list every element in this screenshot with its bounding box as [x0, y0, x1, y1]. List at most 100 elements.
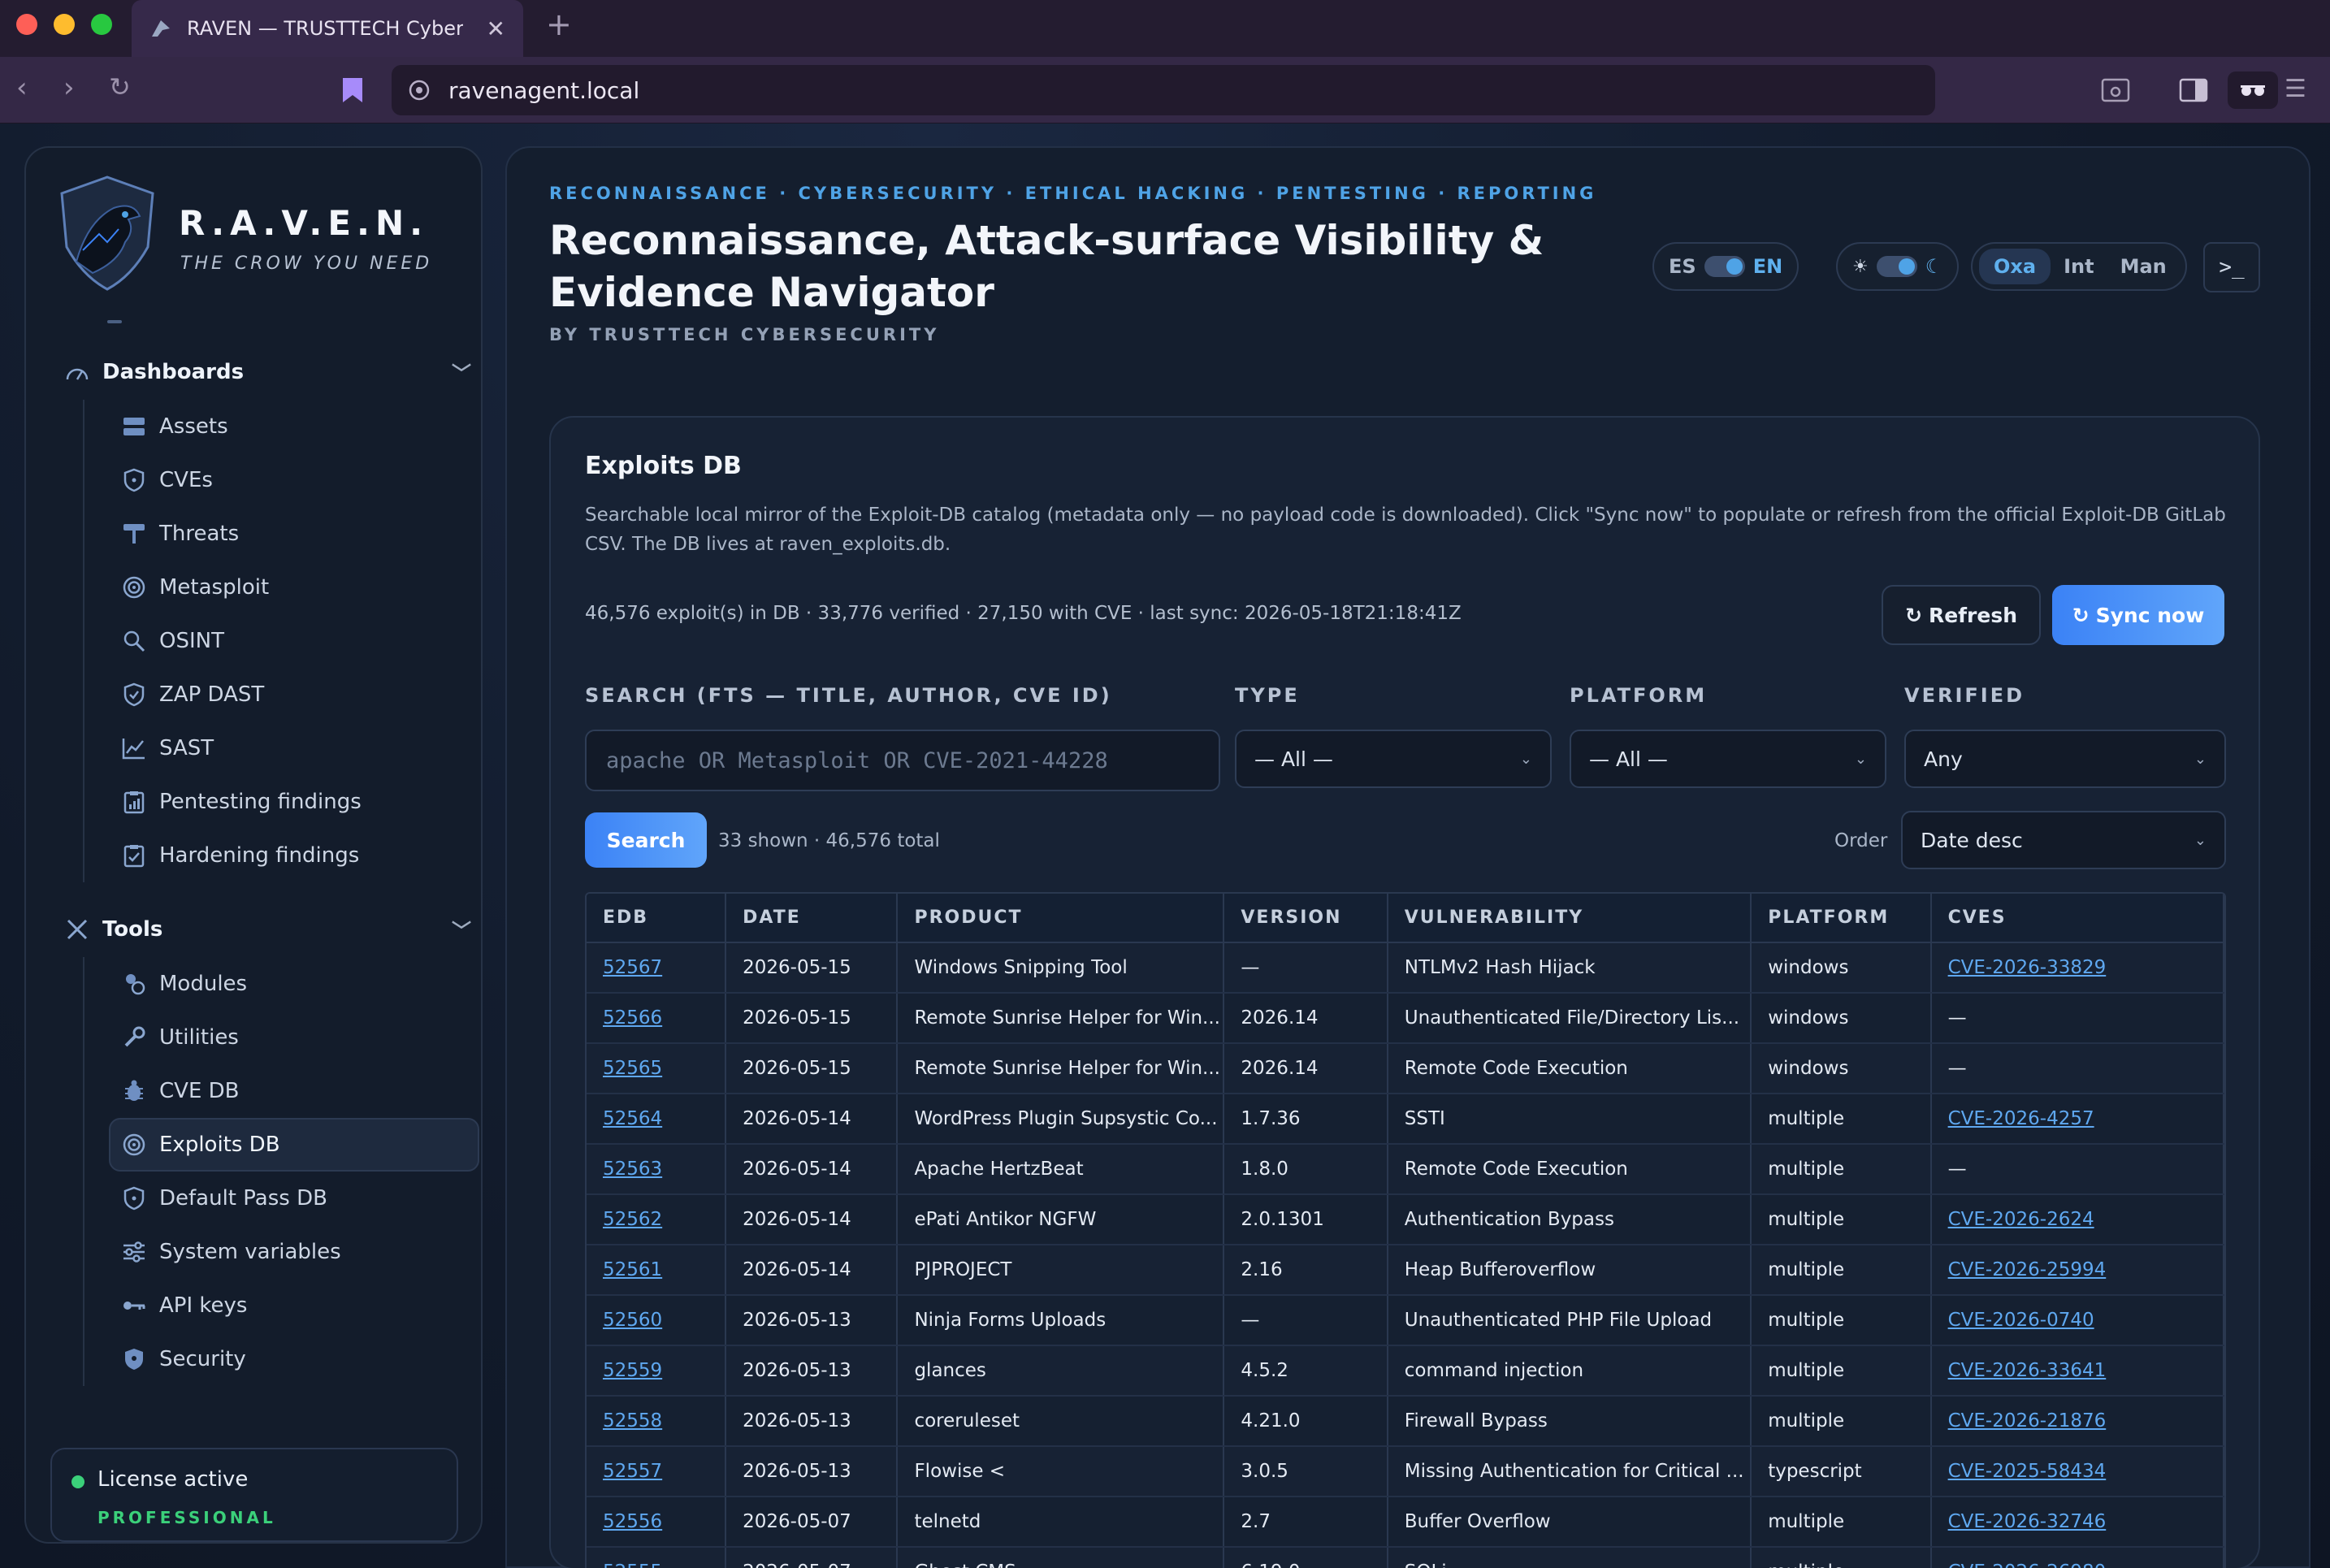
table-cell-version: 3.0.5 [1223, 1446, 1388, 1497]
reader-mode-icon[interactable] [2101, 78, 2130, 102]
sidebar-item-modules[interactable]: Modules [84, 957, 481, 1011]
sidebar-item-api-keys[interactable]: API keys [84, 1279, 481, 1332]
incognito-icon[interactable] [2228, 71, 2278, 109]
sidebar-item-assets[interactable]: Assets [84, 400, 481, 453]
menu-icon[interactable]: ☰ [2285, 75, 2306, 103]
search-input[interactable] [585, 730, 1220, 791]
sidebar-toggle-icon[interactable] [2179, 78, 2208, 102]
theme-switch[interactable] [1876, 256, 1917, 277]
theme-toggle[interactable]: ☀ ☾ [1836, 242, 1960, 291]
table-cell-platform: multiple [1751, 1497, 1932, 1548]
table-row[interactable]: 52558 2026-05-13 coreruleset 4.21.0 Firewall… [587, 1396, 2224, 1447]
column-header-product[interactable]: PRODUCT [897, 894, 1225, 943]
column-header-vulnerability[interactable]: VULNERABILITY [1387, 894, 1752, 943]
sidebar-item-zap-dast[interactable]: ZAP DAST [84, 668, 481, 721]
verified-select[interactable]: Any ⌄ [1904, 730, 2226, 788]
sidebar-item-utilities[interactable]: Utilities [84, 1011, 481, 1064]
language-toggle[interactable]: ES EN [1652, 242, 1799, 291]
minimize-window-button[interactable] [54, 14, 75, 35]
back-icon[interactable]: ‹ [16, 71, 28, 104]
edb-link[interactable]: 52557 [587, 1446, 727, 1497]
forward-icon[interactable]: › [63, 71, 75, 104]
type-select[interactable]: — All — ⌄ [1235, 730, 1552, 788]
column-header-edb[interactable]: EDB [587, 894, 727, 943]
sidebar-item-hardening-findings[interactable]: Hardening findings [84, 829, 481, 882]
tools-section-toggle[interactable]: Tools ﹀ [65, 915, 471, 943]
edb-link[interactable]: 52567 [587, 942, 727, 994]
browser-tab[interactable]: RAVEN — TRUSTTECH Cybers ✕ [132, 0, 523, 57]
close-window-button[interactable] [16, 14, 37, 35]
table-row[interactable]: 525552026-05-07Ghost CMS6.19.0SQLimultip… [587, 1547, 2224, 1568]
order-select[interactable]: Date desc ⌄ [1901, 811, 2226, 869]
sidebar-item-cves[interactable]: CVEs [84, 453, 481, 507]
refresh-button[interactable]: ↻ Refresh [1882, 585, 2041, 645]
sidebar-item-security[interactable]: Security [84, 1332, 481, 1386]
edb-link[interactable]: 52560 [587, 1295, 727, 1346]
dashboards-section-toggle[interactable]: Dashboards ﹀ [65, 357, 471, 386]
edb-link[interactable]: 52566 [587, 993, 727, 1044]
mode-oxa[interactable]: Oxa [1979, 249, 2051, 284]
sidebar-item-threats[interactable]: Threats [84, 507, 481, 561]
cve-link[interactable]: CVE-2026-33641 [1930, 1345, 2224, 1397]
platform-select[interactable]: — All — ⌄ [1570, 730, 1886, 788]
sidebar-item-sast[interactable]: SAST [84, 721, 481, 775]
table-row[interactable]: 52567 2026-05-15 Windows Snipping Tool — NTL… [587, 942, 2224, 994]
sidebar-item-osint[interactable]: OSINT [84, 614, 481, 668]
sidebar-item-exploits-db[interactable]: Exploits DB [109, 1118, 479, 1172]
cve-link[interactable]: CVE-2026-25994 [1930, 1245, 2224, 1296]
table-row[interactable]: 52564 2026-05-14 WordPress Plugin Supsysti… [587, 1094, 2224, 1145]
column-header-date[interactable]: DATE [725, 894, 899, 943]
sidebar-item-system-variables[interactable]: System variables [84, 1225, 481, 1279]
url-field[interactable]: ravenagent.local [392, 65, 1935, 115]
zoom-window-button[interactable] [91, 14, 112, 35]
edb-link[interactable]: 52555 [587, 1547, 727, 1568]
language-switch[interactable] [1704, 256, 1745, 277]
search-button[interactable]: Search [585, 812, 707, 868]
mode-int[interactable]: Int [2051, 255, 2107, 278]
column-header-cves[interactable]: CVES [1930, 894, 2224, 943]
close-tab-icon[interactable]: ✕ [487, 15, 505, 42]
sync-now-button[interactable]: ↻ Sync now [2052, 585, 2224, 645]
column-header-platform[interactable]: PLATFORM [1751, 894, 1932, 943]
table-header: EDB DATE PRODUCT VERSION VULNERABILITY PLATFO… [587, 894, 2224, 943]
edb-link[interactable]: 52558 [587, 1396, 727, 1447]
reload-icon[interactable]: ↻ [109, 71, 131, 102]
edb-link[interactable]: 52563 [587, 1144, 727, 1195]
table-row[interactable]: 52557 2026-05-13 Flowise <3.0.5 Missing Aut… [587, 1446, 2224, 1497]
edb-link[interactable]: 52565 [587, 1043, 727, 1094]
edb-link[interactable]: 52562 [587, 1194, 727, 1245]
cve-link[interactable]: CVE-2026-4257 [1930, 1094, 2224, 1145]
edb-link[interactable]: 52559 [587, 1345, 727, 1397]
cve-link[interactable]: CVE-2025-58434 [1930, 1446, 2224, 1497]
sidebar-item-metasploit[interactable]: Metasploit [84, 561, 481, 614]
mode-man[interactable]: Man [2107, 255, 2180, 278]
table-row[interactable]: 52559 2026-05-13 glances 4.5.2 command injec… [587, 1345, 2224, 1397]
table-row[interactable]: 52566 2026-05-15 Remote Sunrise Helper for… [587, 993, 2224, 1044]
column-header-version[interactable]: VERSION [1223, 894, 1388, 943]
cve-link[interactable]: CVE-2026-26980 [1930, 1547, 2224, 1568]
sidebar-item-pentesting-findings[interactable]: Pentesting findings [84, 775, 481, 829]
edb-link[interactable]: 52564 [587, 1094, 727, 1145]
terminal-button[interactable]: >_ [2203, 242, 2260, 292]
table-row[interactable]: 52556 2026-05-07 telnetd 2.7 Buffer Overflow… [587, 1497, 2224, 1548]
new-tab-icon[interactable]: + [546, 6, 572, 42]
edb-link[interactable]: 52556 [587, 1497, 727, 1548]
table-cell-platform: windows [1751, 1043, 1932, 1094]
cve-link[interactable]: CVE-2026-21876 [1930, 1396, 2224, 1447]
table-row[interactable]: 52565 2026-05-15 Remote Sunrise Helper for… [587, 1043, 2224, 1094]
sidebar-item-default-pass-db[interactable]: Default Pass DB [84, 1172, 481, 1225]
table-row[interactable]: 52560 2026-05-13 Ninja Forms Uploads — Unaut… [587, 1295, 2224, 1346]
globe-icon [409, 80, 430, 101]
refresh-label: Refresh [1928, 603, 2017, 627]
bookmark-icon[interactable] [341, 76, 364, 104]
table-row[interactable]: 52562 2026-05-14 ePati Antikor NGFW 2.0.130… [587, 1194, 2224, 1245]
raven-logo-icon [60, 175, 154, 291]
cve-link[interactable]: CVE-2026-0740 [1930, 1295, 2224, 1346]
edb-link[interactable]: 52561 [587, 1245, 727, 1296]
cve-link[interactable]: CVE-2026-33829 [1930, 942, 2224, 994]
cve-link[interactable]: CVE-2026-2624 [1930, 1194, 2224, 1245]
sidebar-item-cve-db[interactable]: CVE DB [84, 1064, 481, 1118]
cve-link[interactable]: CVE-2026-32746 [1930, 1497, 2224, 1548]
table-row[interactable]: 52561 2026-05-14 PJPROJECT 2.16 Heap Buffero… [587, 1245, 2224, 1296]
table-row[interactable]: 52563 2026-05-14 Apache HertzBeat 1.8.0 Remo… [587, 1144, 2224, 1195]
